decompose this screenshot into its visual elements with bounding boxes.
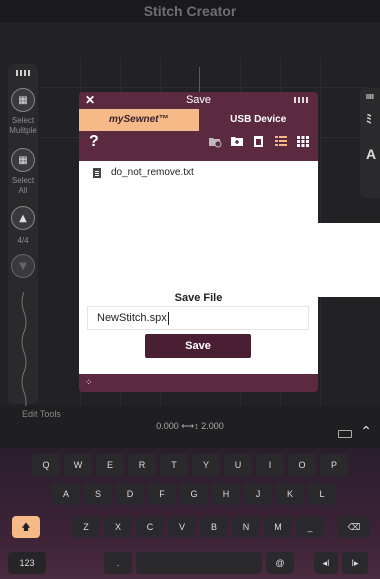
right-tool-panel: IIII ﾐ A [360, 88, 380, 198]
edit-tools-bar: Edit Tools 0.000 ⟷↕ 2.000 ⌃ [0, 406, 380, 452]
select-multiple-icon: ▦ [18, 94, 28, 106]
left-tool-panel: ▦ Select Mulitple ▦ Select All ▲ 4/4 ▼ [8, 64, 38, 412]
move-arrows-icon: ⟷↕ [181, 421, 202, 431]
key-d[interactable]: D [116, 483, 144, 505]
drag-handle-icon[interactable] [11, 70, 35, 76]
dialog-header: ✕ Save [79, 92, 318, 109]
key-m[interactable]: M [264, 516, 292, 538]
select-all-label: Select All [11, 176, 35, 195]
key-s[interactable]: S [84, 483, 112, 505]
list-view-icon[interactable] [274, 135, 288, 148]
file-toolbar: ? [79, 131, 318, 153]
key-z[interactable]: Z [72, 516, 100, 538]
select-multiple-label: Select Mulitple [9, 116, 37, 135]
storage-tabs: mySewnet™ USB Device [79, 109, 318, 131]
key-e[interactable]: E [96, 454, 124, 476]
backspace-icon: ⌫ [347, 522, 361, 532]
on-screen-keyboard: Q W E R T Y U I O P A S D F G H J K L 🡅 … [0, 448, 380, 579]
help-button[interactable]: ? [89, 133, 99, 151]
text-caret [167, 311, 169, 325]
key-r[interactable]: R [128, 454, 156, 476]
edit-tools-label: Edit Tools [22, 409, 61, 419]
file-list: do_not_remove.txt [79, 161, 318, 284]
select-multiple-button[interactable]: ▦ [11, 88, 35, 112]
key-at[interactable]: @ [266, 552, 294, 574]
new-folder-icon[interactable] [230, 135, 244, 148]
key-j[interactable]: J [244, 483, 272, 505]
key-l[interactable]: L [308, 483, 336, 505]
y-coordinate: 2.000 [201, 421, 224, 431]
cursor-right-icon[interactable]: I▸ [342, 552, 368, 574]
key-p[interactable]: P [320, 454, 348, 476]
cursor-left-icon[interactable]: ◂I [314, 552, 338, 574]
save-button[interactable]: Save [145, 334, 251, 358]
key-c[interactable]: C [136, 516, 164, 538]
save-file-section: Save File NewStitch.spx Save [79, 284, 318, 374]
shift-key[interactable]: 🡅 [12, 516, 40, 538]
key-i[interactable]: I [256, 454, 284, 476]
stitch-preview-icon [21, 292, 27, 412]
key-g[interactable]: G [180, 483, 208, 505]
key-dot[interactable]: . [104, 552, 132, 574]
numbers-key[interactable]: 123 [8, 552, 46, 574]
key-k[interactable]: K [276, 483, 304, 505]
space-key[interactable] [136, 552, 262, 574]
text-tool-icon[interactable]: A [366, 146, 376, 162]
save-dialog: ✕ Save mySewnet™ USB Device • • ? [79, 92, 318, 392]
key-v[interactable]: V [168, 516, 196, 538]
key-o[interactable]: O [288, 454, 316, 476]
key-a[interactable]: A [52, 483, 80, 505]
key-underscore[interactable]: _ [296, 516, 324, 538]
grid-view-icon[interactable] [296, 135, 310, 148]
coordinate-readout: 0.000 ⟷↕ 2.000 [0, 421, 380, 432]
select-all-button[interactable]: ▦ [11, 148, 35, 172]
triangle-down-icon: ▼ [19, 260, 27, 272]
keyboard-icon[interactable] [338, 430, 352, 438]
next-stitch-button[interactable]: ▼ [11, 254, 35, 278]
shift-arrow-icon: 🡅 [21, 522, 31, 532]
stitch-type-icon[interactable]: ﾐ [366, 110, 372, 127]
x-coordinate: 0.000 [156, 421, 179, 431]
key-u[interactable]: U [224, 454, 252, 476]
text-file-icon [93, 167, 101, 178]
save-file-heading: Save File [174, 292, 223, 304]
tab-usb-device[interactable]: USB Device [198, 109, 318, 131]
resize-grip-icon[interactable]: ⁘ [85, 378, 93, 388]
key-b[interactable]: B [200, 516, 228, 538]
filename-input[interactable]: NewStitch.spx [87, 306, 309, 330]
previous-stitch-button[interactable]: ▲ [11, 206, 35, 230]
key-q[interactable]: Q [32, 454, 60, 476]
filename-value: NewStitch.spx [97, 312, 167, 324]
dialog-title: Save [185, 94, 212, 106]
right-grip-icon[interactable]: IIII [366, 94, 374, 101]
app-title: Stitch Creator [143, 3, 237, 19]
key-h[interactable]: H [212, 483, 240, 505]
backspace-key[interactable]: ⌫ [338, 516, 370, 538]
page-indicator: 4/4 [17, 236, 29, 245]
key-w[interactable]: W [64, 454, 92, 476]
key-n[interactable]: N [232, 516, 260, 538]
key-y[interactable]: Y [192, 454, 220, 476]
chevron-up-icon[interactable]: ⌃ [360, 424, 372, 440]
tab-mysewnet[interactable]: mySewnet™ [79, 109, 199, 131]
drag-handle-icon[interactable] [294, 97, 308, 103]
key-x[interactable]: X [104, 516, 132, 538]
list-item[interactable]: do_not_remove.txt [93, 167, 194, 178]
file-name: do_not_remove.txt [111, 167, 194, 178]
dialog-footer: ⁘ [79, 374, 318, 392]
right-panel-overlay [318, 223, 380, 297]
folder-sync-icon[interactable] [208, 135, 222, 148]
triangle-up-icon: ▲ [19, 212, 27, 224]
key-t[interactable]: T [160, 454, 188, 476]
key-f[interactable]: F [148, 483, 176, 505]
select-all-icon: ▦ [18, 154, 28, 166]
delete-file-icon[interactable] [252, 135, 266, 148]
